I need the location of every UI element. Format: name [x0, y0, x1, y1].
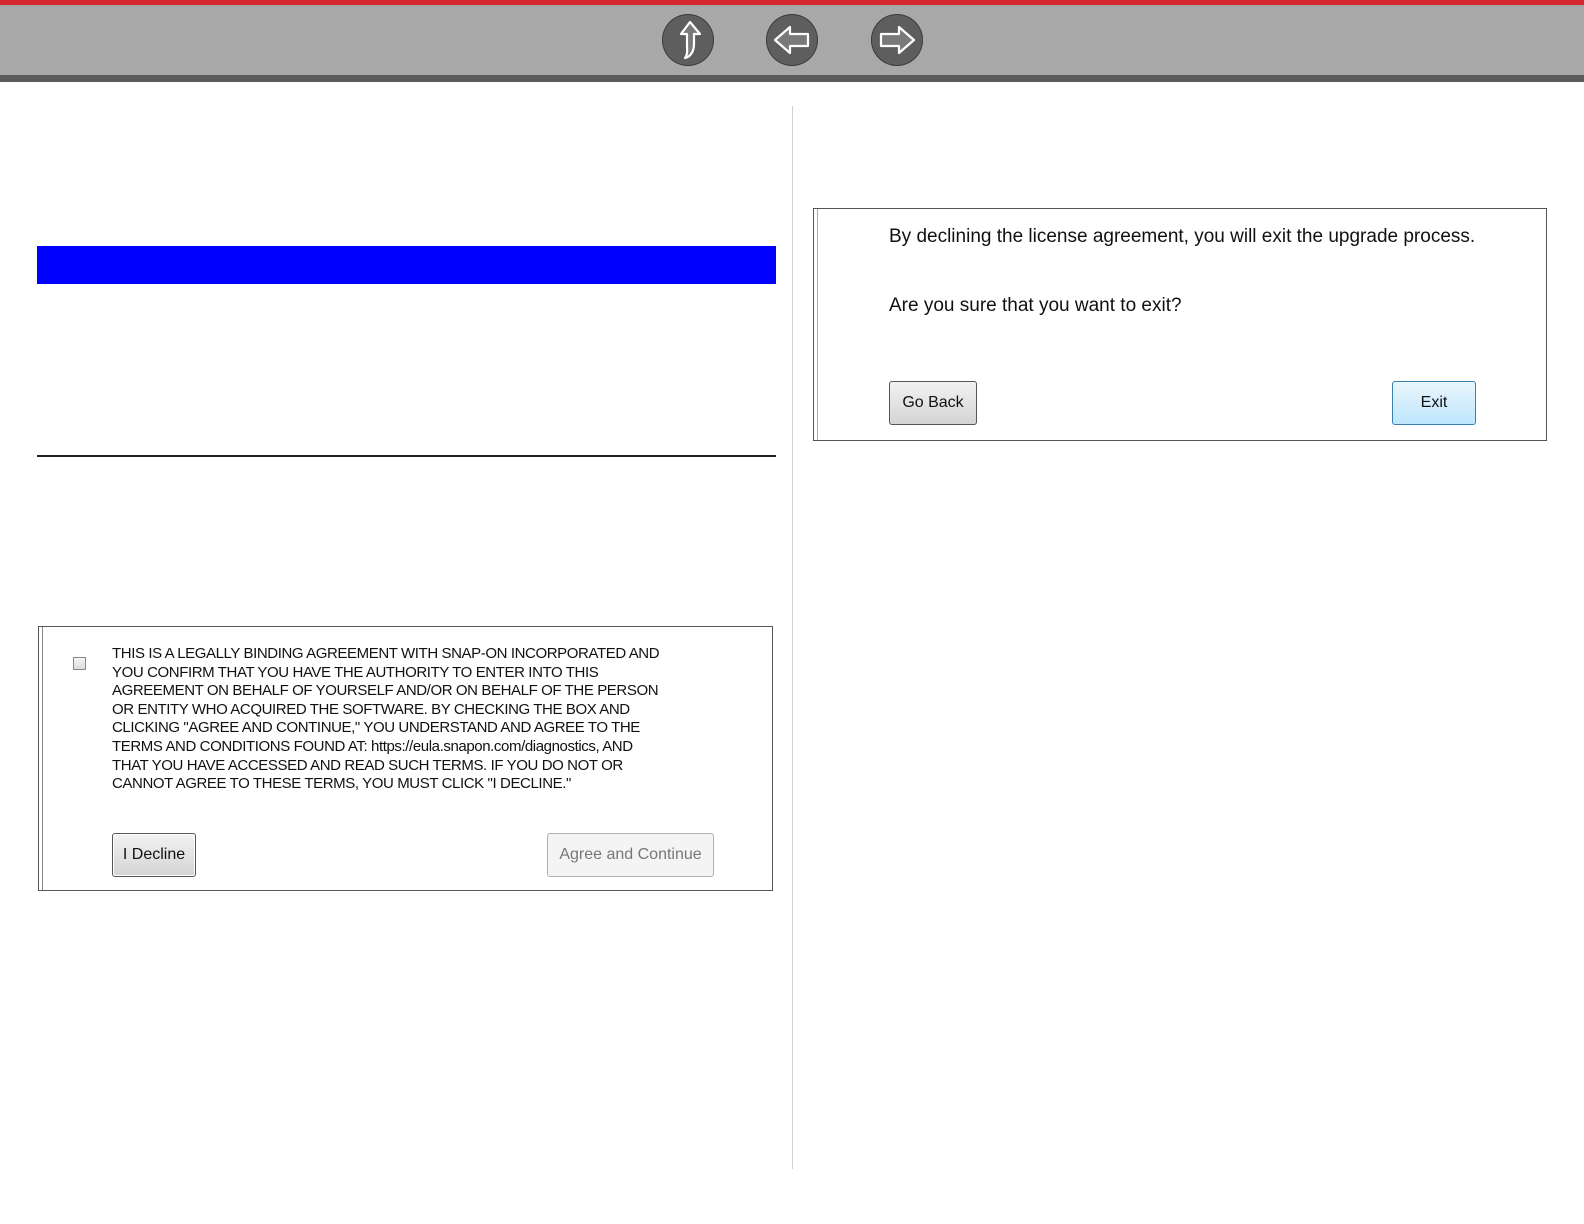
- left-arrow-icon[interactable]: [766, 14, 818, 66]
- column-divider: [792, 106, 793, 1169]
- right-arrow-icon[interactable]: [871, 14, 923, 66]
- license-agreement-dialog: THIS IS A LEGALLY BINDING AGREEMENT WITH…: [38, 626, 773, 891]
- license-text-line: CANNOT AGREE TO THESE TERMS, YOU MUST CL…: [112, 775, 571, 793]
- license-text-line: TERMS AND CONDITIONS FOUND AT: https://e…: [112, 737, 633, 755]
- agree-checkbox[interactable]: [73, 657, 86, 670]
- license-text-line: AGREEMENT ON BEHALF OF YOURSELF AND/OR O…: [112, 682, 659, 700]
- license-text-line: YOU CONFIRM THAT YOU HAVE THE AUTHORITY …: [112, 663, 599, 681]
- license-agreement-text: THIS IS A LEGALLY BINDING AGREEMENT WITH…: [112, 645, 732, 794]
- top-navigation-bar: [0, 0, 1584, 82]
- license-text-line: OR ENTITY WHO ACQUIRED THE SOFTWARE. BY …: [112, 700, 630, 718]
- decline-button[interactable]: I Decline: [112, 833, 196, 877]
- top-accent-stripe: [0, 0, 1584, 5]
- exit-warning-message: By declining the license agreement, you …: [889, 226, 1476, 247]
- go-back-button[interactable]: Go Back: [889, 381, 977, 425]
- license-text-line: CLICKING "AGREE AND CONTINUE," YOU UNDER…: [112, 719, 640, 737]
- exit-button[interactable]: Exit: [1392, 381, 1476, 425]
- dialog-edge: [42, 627, 43, 890]
- license-text-line: THAT YOU HAVE ACCESSED AND READ SUCH TER…: [112, 756, 623, 774]
- dialog-edge: [817, 209, 818, 440]
- highlight-bar: [37, 246, 776, 284]
- toolbar-bottom-border: [0, 75, 1584, 82]
- up-arrow-icon[interactable]: [662, 14, 714, 66]
- license-text-line: THIS IS A LEGALLY BINDING AGREEMENT WITH…: [112, 645, 660, 662]
- exit-confirmation-dialog: By declining the license agreement, you …: [813, 208, 1547, 441]
- agree-and-continue-button[interactable]: Agree and Continue: [547, 833, 714, 877]
- section-rule: [37, 455, 776, 457]
- exit-confirmation-question: Are you sure that you want to exit?: [889, 295, 1182, 316]
